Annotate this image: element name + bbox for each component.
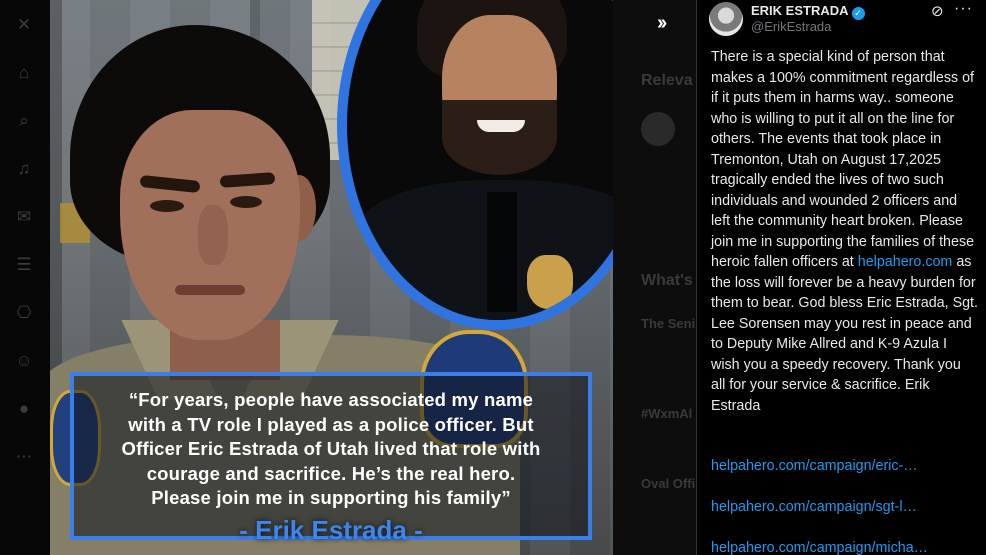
- bookmark-icon[interactable]: ⎔: [13, 302, 35, 324]
- portrait-uniform: [357, 180, 613, 320]
- verified-badge-icon: ✓: [851, 7, 865, 20]
- profile-icon[interactable]: ●: [13, 398, 35, 420]
- more-options-icon[interactable]: ···: [954, 0, 973, 18]
- trend-1: The Seni: [641, 316, 696, 331]
- portrait-badge: [527, 255, 573, 309]
- search-icon[interactable]: ⌕: [13, 110, 35, 132]
- double-chevron-right-icon[interactable]: ››: [657, 12, 667, 35]
- people-icon[interactable]: ☺: [13, 350, 35, 372]
- campaign-link-3[interactable]: helpahero.com/campaign/micha…: [711, 540, 928, 555]
- portrait-smile: [477, 120, 525, 132]
- tweet-inline-link[interactable]: helpahero.com: [858, 254, 953, 270]
- ghost-avatar: [641, 112, 675, 146]
- mouth: [175, 285, 245, 295]
- eye-left: [150, 200, 184, 212]
- portrait-tie: [487, 192, 517, 312]
- bell-icon[interactable]: ♫: [13, 158, 35, 180]
- author-name-text: ERIK ESTRADA: [751, 3, 849, 18]
- x-logo-icon[interactable]: ✕: [13, 14, 35, 36]
- officer-portrait: [347, 0, 613, 320]
- trend-3: Oval Offi: [641, 476, 696, 491]
- campaign-link-1[interactable]: helpahero.com/campaign/eric-…: [711, 458, 918, 474]
- author-name[interactable]: ERIK ESTRADA ✓: [751, 3, 865, 20]
- tweet-media-image[interactable]: “For years, people have associated my na…: [50, 0, 613, 555]
- list-icon[interactable]: ☰: [13, 254, 35, 276]
- nose: [198, 205, 228, 265]
- tweet-text: There is a special kind of person that m…: [711, 47, 979, 416]
- trend-2: #WxmAl: [641, 406, 693, 421]
- avatar[interactable]: [709, 2, 743, 36]
- relevant-heading: Releva: [641, 72, 693, 89]
- eye-right: [230, 196, 262, 208]
- campaign-link-2[interactable]: helpahero.com/campaign/sgt-l…: [711, 499, 917, 515]
- background-timeline: ›› Releva What's The Seni #WxmAl Oval Of…: [613, 0, 696, 555]
- author-handle[interactable]: @ErikEstrada: [751, 19, 831, 34]
- more-icon[interactable]: ⋯: [13, 446, 35, 468]
- home-icon[interactable]: ⌂: [13, 62, 35, 84]
- tweet-panel: ERIK ESTRADA ✓ @ErikEstrada ⊘ ··· There i…: [696, 0, 986, 555]
- mail-icon[interactable]: ✉: [13, 206, 35, 228]
- tweet-text-part2: as the loss will forever be a heavy burd…: [711, 254, 979, 414]
- quote-signature: - Erik Estrada -: [239, 515, 423, 545]
- whats-heading: What's: [641, 272, 693, 289]
- tweet-text-part1: There is a special kind of person that m…: [711, 49, 975, 270]
- grok-icon[interactable]: ⊘: [931, 2, 944, 20]
- quote-text: “For years, people have associated my na…: [121, 389, 541, 508]
- nav-rail: ✕ ⌂ ⌕ ♫ ✉ ☰ ⎔ ☺ ● ⋯: [0, 0, 50, 555]
- portrait-beard: [442, 100, 557, 175]
- quote-box: “For years, people have associated my na…: [70, 372, 592, 545]
